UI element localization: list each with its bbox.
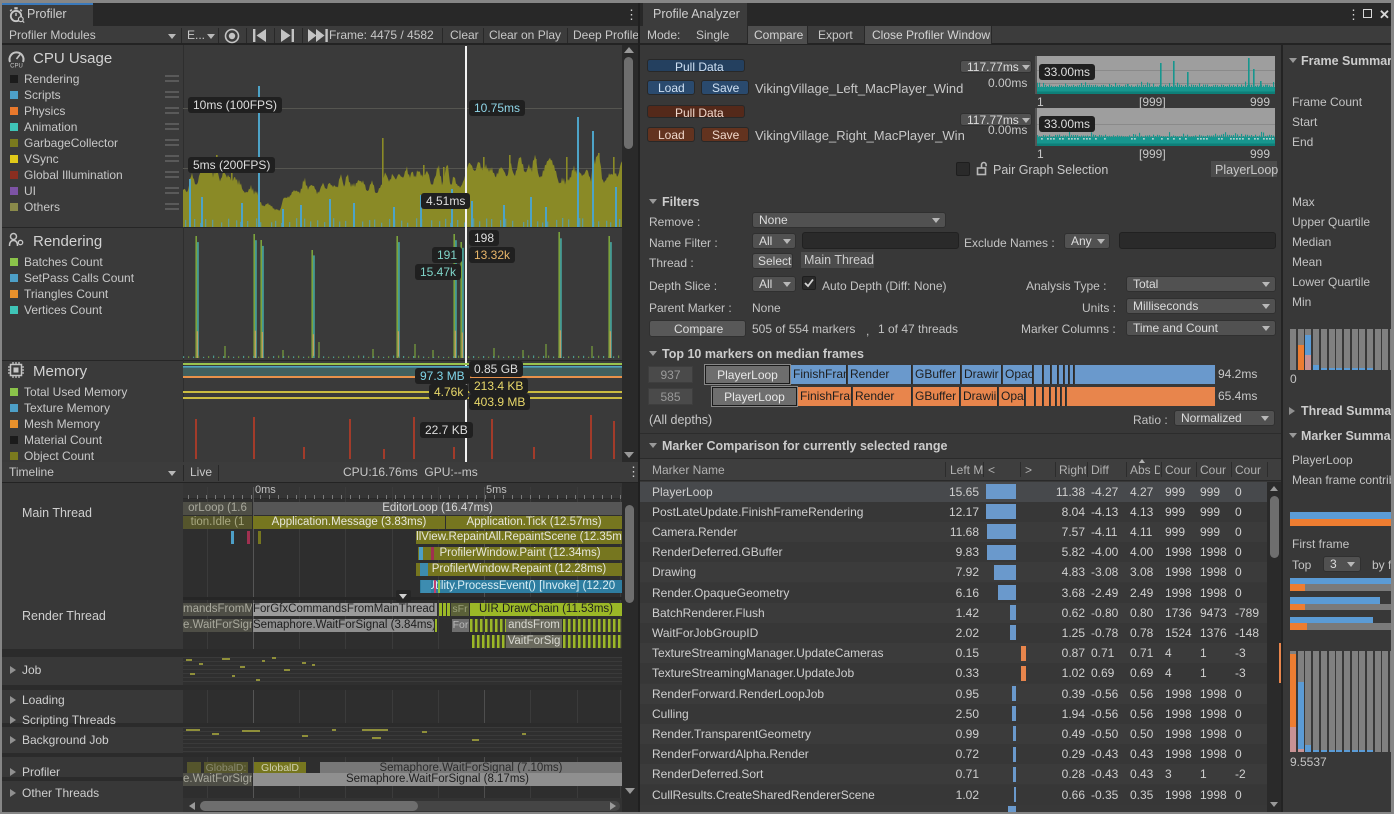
svg-text:CPU: CPU	[10, 64, 23, 69]
